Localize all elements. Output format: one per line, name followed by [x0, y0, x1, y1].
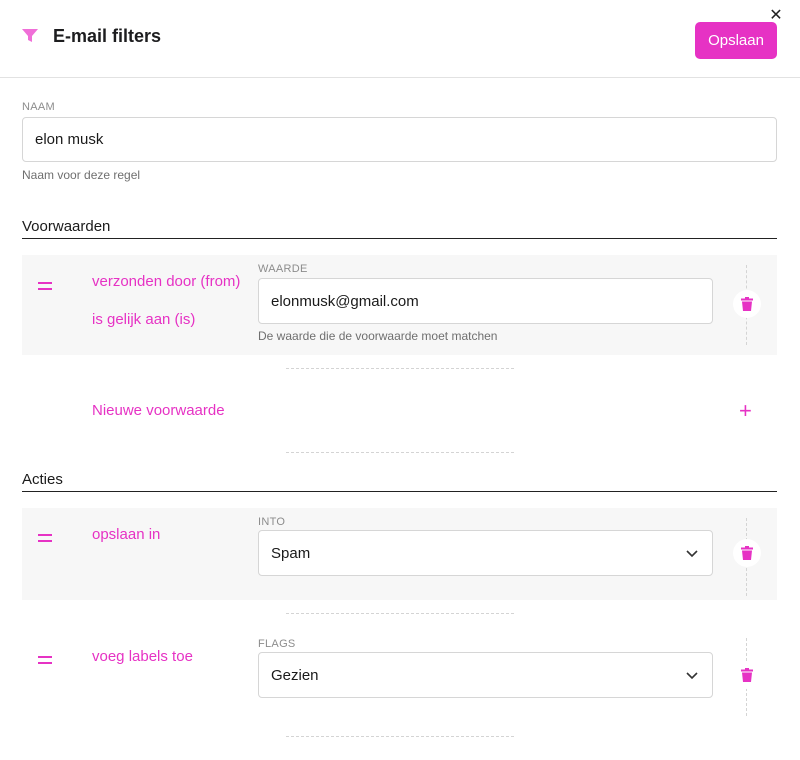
action-param-label: FLAGS [258, 638, 296, 650]
condition-row: verzonden door (from) is gelijk aan (is)… [22, 255, 777, 355]
plus-icon[interactable]: + [739, 400, 752, 422]
action-row: opslaan in INTO Spam [22, 508, 777, 600]
condition-value-helper: De waarde die de voorwaarde moet matchen [258, 329, 498, 343]
chevron-down-icon [686, 672, 698, 680]
into-select-value: Spam [271, 545, 311, 562]
separator [286, 613, 514, 614]
funnel-icon [22, 29, 38, 42]
action-type[interactable]: opslaan in [92, 526, 160, 543]
name-input[interactable] [22, 117, 777, 162]
name-label: NAAM [22, 101, 55, 113]
delete-condition-button[interactable] [733, 290, 761, 318]
action-param-label: INTO [258, 516, 286, 528]
into-select[interactable]: Spam [258, 530, 713, 576]
delete-action-button[interactable] [733, 539, 761, 567]
drag-handle-icon[interactable] [38, 656, 52, 664]
condition-value-input[interactable] [258, 278, 713, 324]
separator [286, 368, 514, 369]
close-icon[interactable]: ✕ [769, 8, 783, 24]
conditions-divider [22, 238, 777, 239]
trash-icon [741, 297, 753, 311]
action-row: voeg labels toe FLAGS Gezien [22, 630, 777, 722]
condition-value-label: WAARDE [258, 263, 308, 275]
chevron-down-icon [686, 550, 698, 558]
flags-select[interactable]: Gezien [258, 652, 713, 698]
new-condition-link[interactable]: Nieuwe voorwaarde [92, 402, 225, 419]
condition-field[interactable]: verzonden door (from) [92, 273, 240, 290]
actions-divider [22, 491, 777, 492]
save-button[interactable]: Opslaan [695, 22, 777, 59]
delete-action-button[interactable] [733, 661, 761, 689]
action-type[interactable]: voeg labels toe [92, 648, 193, 665]
drag-handle-icon[interactable] [38, 282, 52, 290]
page-title: E-mail filters [53, 26, 162, 46]
modal-header: E-mail filters Opslaan ✕ [0, 0, 800, 78]
trash-icon [741, 668, 753, 682]
separator [286, 736, 514, 737]
conditions-heading: Voorwaarden [22, 218, 111, 235]
condition-operator[interactable]: is gelijk aan (is) [92, 311, 195, 328]
separator [286, 452, 514, 453]
trash-icon [741, 546, 753, 560]
actions-heading: Acties [22, 471, 63, 488]
name-helper: Naam voor deze regel [22, 168, 141, 182]
flags-select-value: Gezien [271, 667, 319, 684]
drag-handle-icon[interactable] [38, 534, 52, 542]
